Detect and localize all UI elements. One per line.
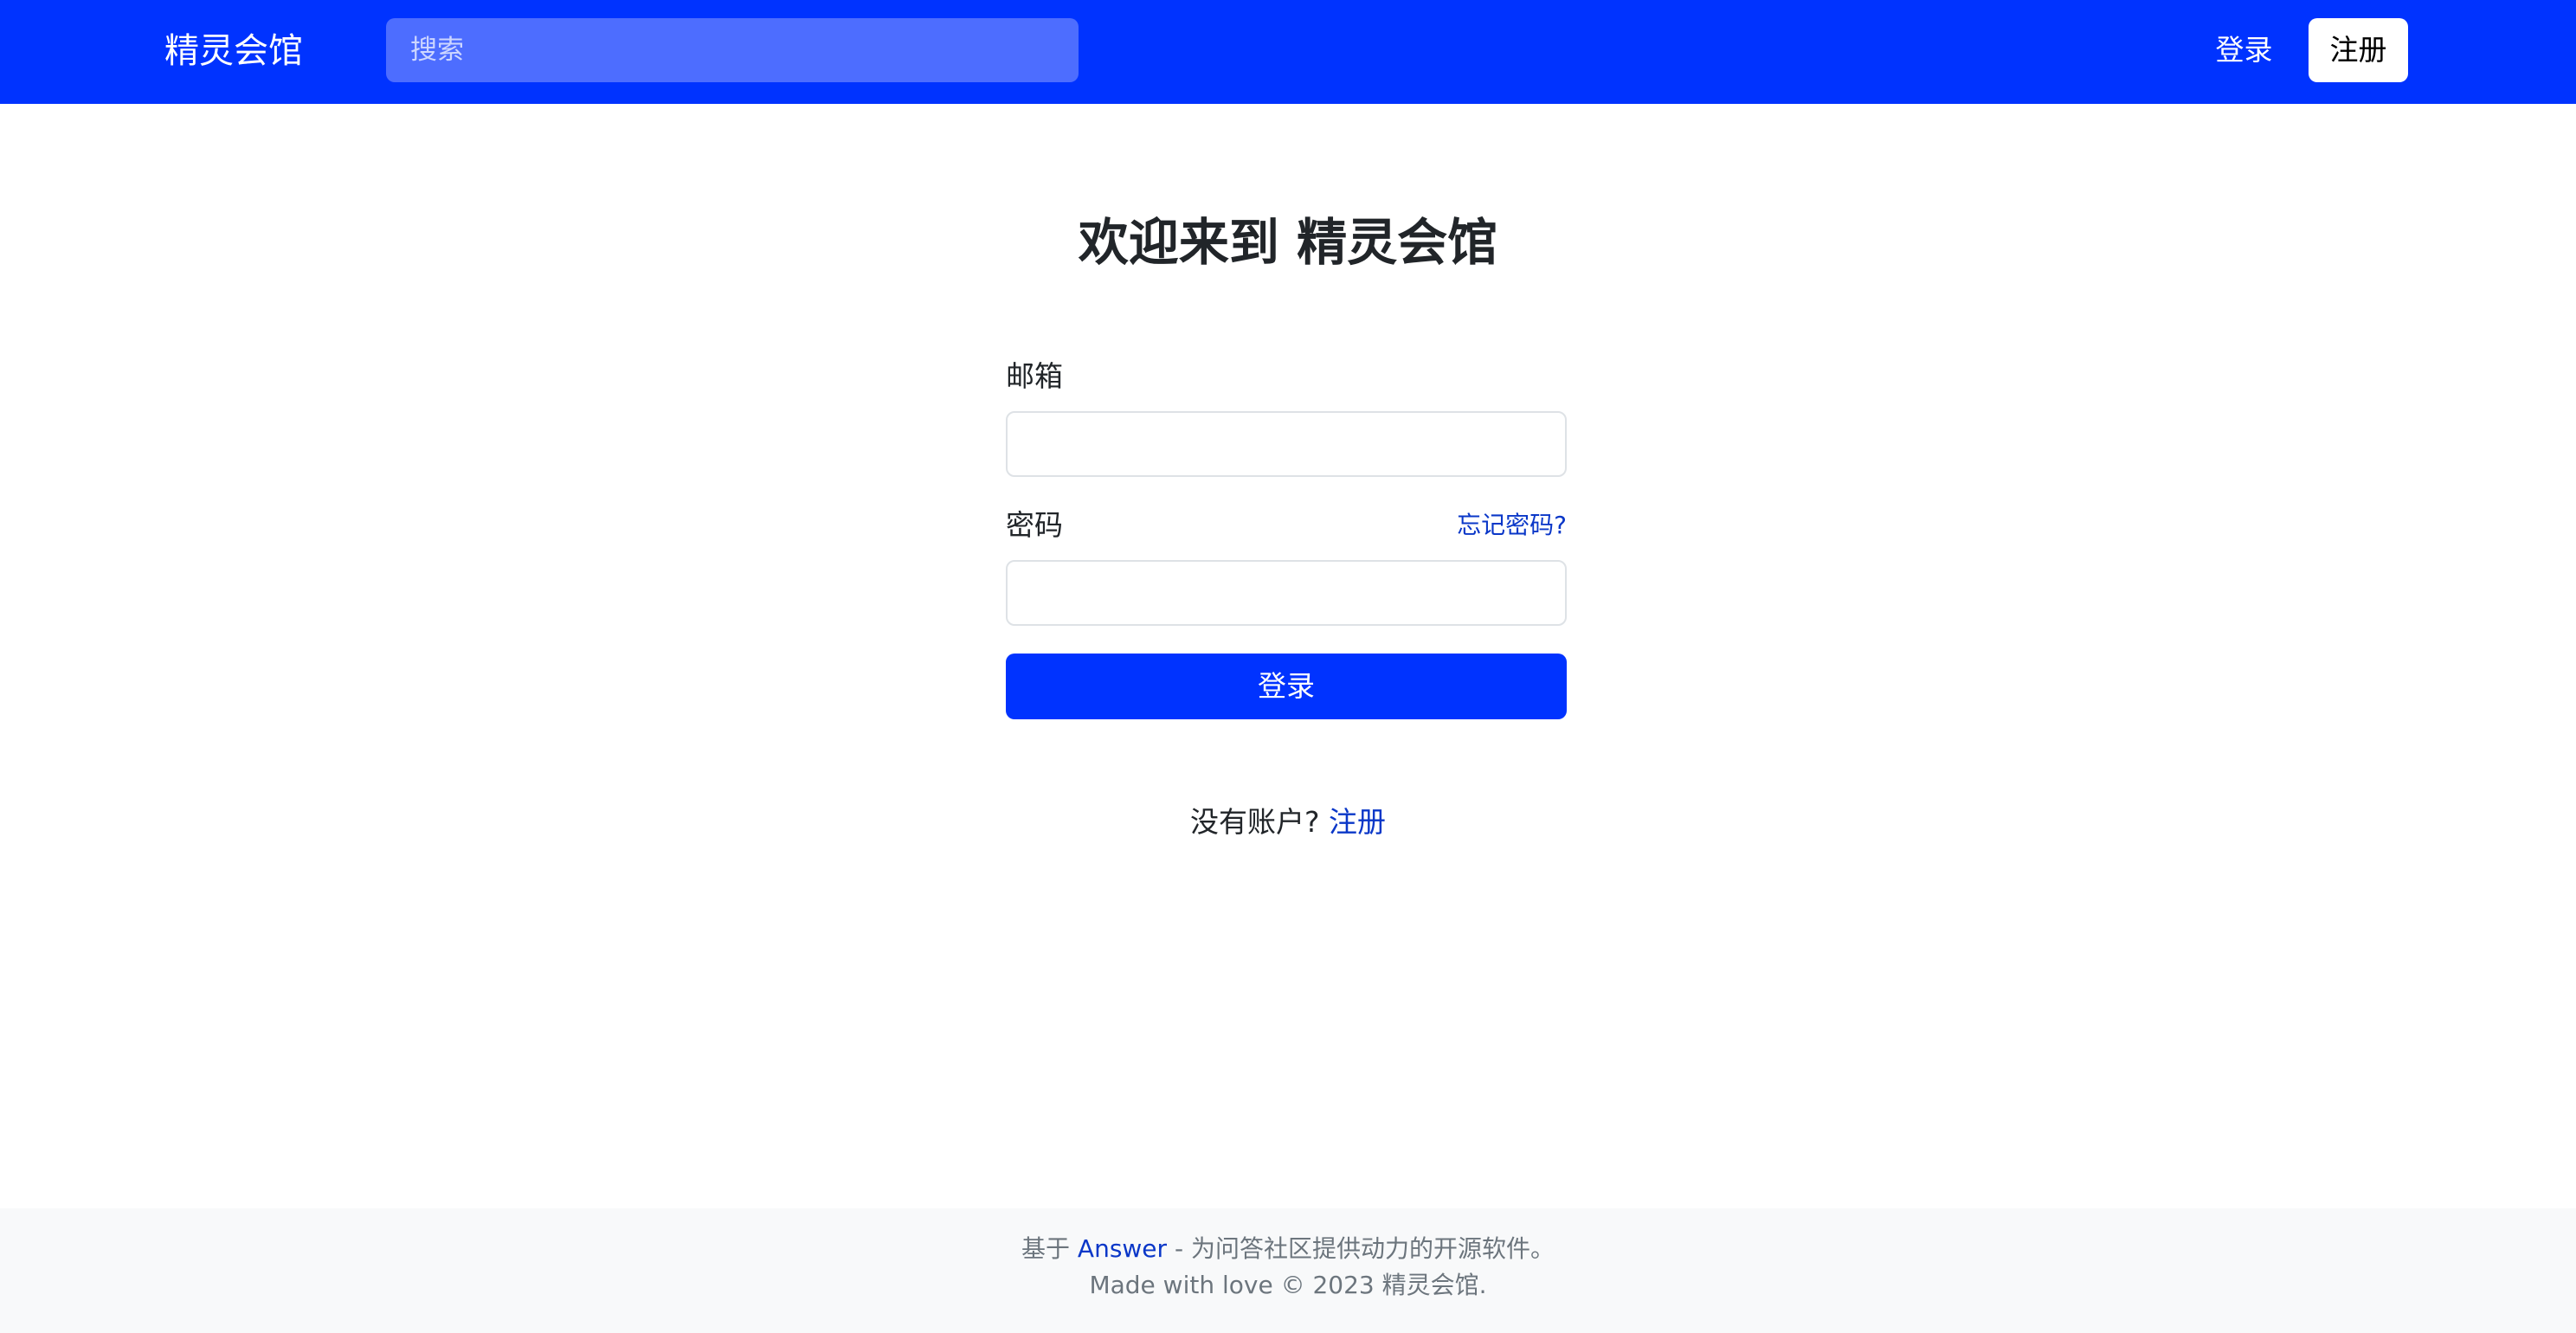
header-signup-button[interactable]: 注册 (2309, 18, 2408, 82)
password-label: 密码 (1006, 508, 1063, 542)
footer-copyright: Made with love © 2023 精灵会馆. (1089, 1271, 1487, 1299)
password-field[interactable] (1006, 560, 1567, 626)
header-login-button[interactable]: 登录 (2199, 18, 2289, 82)
page-title: 欢迎来到 精灵会馆 (1078, 213, 1498, 272)
footer-suffix: - 为问答社区提供动力的开源软件。 (1174, 1234, 1555, 1263)
email-field[interactable] (1006, 411, 1567, 477)
search-input[interactable] (386, 18, 1079, 82)
answer-link[interactable]: Answer (1078, 1234, 1167, 1263)
email-label: 邮箱 (1006, 359, 1063, 393)
login-page: 精灵会馆 登录 注册 欢迎来到 精灵会馆 邮箱 密码 忘记密码? 登录 没有账户… (0, 0, 2576, 1333)
no-account-text: 没有账户? (1189, 805, 1320, 839)
footer: 基于 Answer - 为问答社区提供动力的开源软件。 Made with lo… (0, 1208, 2576, 1333)
signup-prompt: 没有账户? 注册 (0, 796, 2576, 848)
signup-link[interactable]: 注册 (1329, 805, 1386, 839)
brand-logo-link[interactable]: 精灵会馆 (164, 0, 303, 102)
login-submit-button[interactable]: 登录 (1006, 654, 1567, 719)
top-navbar: 精灵会馆 登录 注册 (0, 0, 2576, 104)
footer-prefix: 基于 (1021, 1234, 1071, 1263)
forgot-password-link[interactable]: 忘记密码? (1457, 499, 1567, 551)
